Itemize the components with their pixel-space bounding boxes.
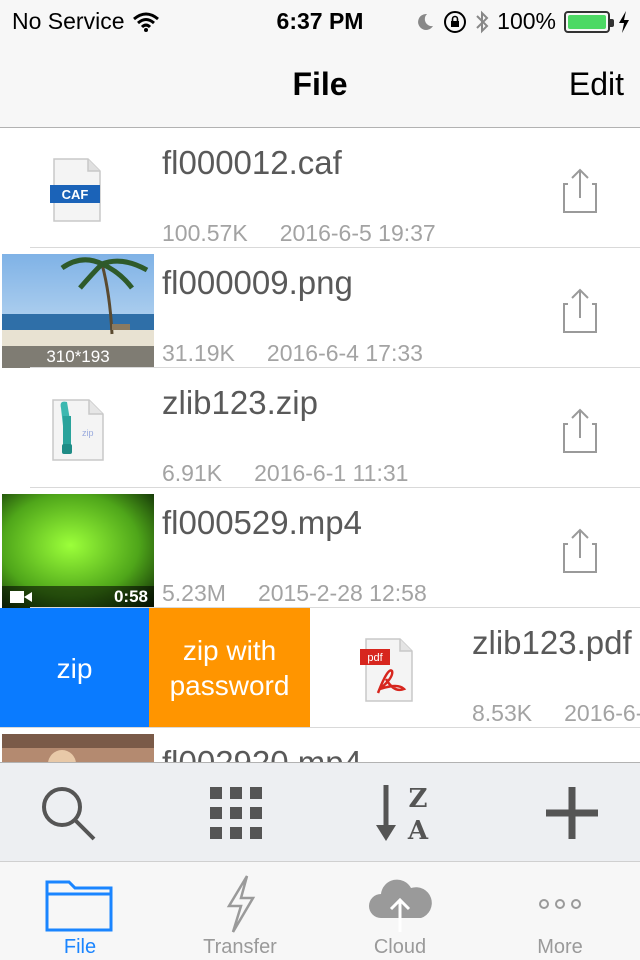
tab-cloud[interactable]: Cloud — [320, 868, 480, 958]
moon-icon — [418, 13, 434, 30]
add-icon[interactable] — [542, 783, 602, 843]
tab-label: Cloud — [373, 936, 427, 958]
tab-label: File — [63, 936, 97, 958]
video-info-bar: 0:58 — [2, 586, 154, 608]
file-meta: 5.23M 2015-2-28 12:58 — [162, 580, 427, 607]
sort-z-a-icon[interactable]: Z A — [372, 783, 436, 843]
zip-with-password-button[interactable]: zip with password — [149, 608, 310, 728]
tab-bar: File Transfer Cloud More — [0, 862, 640, 960]
more-icon — [539, 899, 581, 909]
zip-password-label-line2: password — [169, 670, 290, 701]
tab-file[interactable]: File — [0, 868, 160, 958]
bottom-toolbar: Z A — [0, 762, 640, 862]
video-thumbnail — [2, 734, 154, 762]
file-meta: 31.19K 2016-6-4 17:33 — [162, 340, 423, 367]
svg-text:CAF: CAF — [62, 187, 89, 202]
file-name: zlib123.zip — [162, 384, 318, 421]
video-duration: 0:58 — [113, 587, 148, 606]
file-size: 100.57K — [162, 220, 248, 246]
file-row[interactable]: fl002920.mp4 — [0, 728, 640, 762]
file-row-swiped[interactable]: zip zip with password pdf zlib123.pdf 8.… — [0, 608, 640, 728]
charging-icon — [619, 10, 629, 33]
page-title: File — [292, 66, 348, 102]
tab-transfer[interactable]: Transfer — [160, 868, 320, 958]
share-icon[interactable] — [560, 286, 600, 336]
image-dimensions-badge: 310*193 — [2, 346, 154, 368]
battery-percent: 100% — [497, 8, 556, 34]
file-size: 6.91K — [162, 460, 223, 486]
tab-label: More — [537, 936, 583, 958]
edit-button[interactable]: Edit — [569, 66, 624, 103]
image-thumbnail: 310*193 — [2, 254, 154, 368]
folder-icon — [45, 880, 113, 932]
zip-password-label-line1: zip with — [182, 635, 277, 666]
file-date: 2016-6-1 11:31 — [564, 700, 640, 726]
cloud-upload-icon — [369, 879, 432, 932]
file-size: 31.19K — [162, 340, 235, 366]
file-name: fl000009.png — [162, 264, 353, 301]
share-icon[interactable] — [560, 406, 600, 456]
file-meta: 6.91K 2016-6-1 11:31 — [162, 460, 408, 487]
zip-action-label: zip — [56, 652, 93, 684]
video-thumbnail: 0:58 — [2, 494, 154, 608]
pdf-file-icon: pdf — [340, 630, 434, 710]
file-name: fl000012.caf — [162, 144, 342, 181]
svg-text:pdf: pdf — [367, 652, 383, 664]
grid-icon[interactable] — [206, 783, 266, 843]
video-camera-icon — [10, 591, 32, 603]
battery-icon — [564, 10, 614, 33]
svg-text:zip: zip — [82, 428, 94, 438]
status-bar: No Service 6:37 PM 100% — [0, 0, 640, 40]
file-row[interactable]: CAF fl000012.caf 100.57K 2016-6-5 19:37 — [0, 128, 640, 248]
lightning-icon — [226, 875, 256, 933]
file-date: 2016-6-4 17:33 — [266, 340, 423, 366]
share-icon[interactable] — [560, 166, 600, 216]
share-icon[interactable] — [560, 526, 600, 576]
file-row[interactable]: 0:58 fl000529.mp4 5.23M 2015-2-28 12:58 — [0, 488, 640, 608]
tab-more[interactable]: More — [480, 868, 640, 958]
caf-file-icon: CAF — [30, 150, 124, 230]
file-size: 8.53K — [472, 700, 533, 726]
file-meta: 8.53K 2016-6-1 11:31 — [472, 700, 640, 727]
navigation-bar: File Edit — [0, 40, 640, 128]
file-date: 2016-6-1 11:31 — [254, 460, 409, 486]
svg-text:A: A — [407, 816, 429, 843]
zip-file-icon: zip — [30, 390, 124, 470]
svg-text:Z: Z — [409, 784, 428, 814]
file-size: 5.23M — [162, 580, 226, 606]
file-name: fl000529.mp4 — [162, 504, 362, 541]
zip-action-button[interactable]: zip — [0, 608, 149, 728]
file-date: 2016-6-5 19:37 — [279, 220, 436, 246]
rotation-lock-icon — [444, 10, 467, 33]
file-name: zlib123.pdf — [472, 624, 632, 661]
file-name: fl002920.mp4 — [162, 744, 362, 762]
file-date: 2015-2-28 12:58 — [257, 580, 427, 606]
file-meta: 100.57K 2016-6-5 19:37 — [162, 220, 436, 247]
bluetooth-icon — [476, 10, 489, 33]
search-icon[interactable] — [38, 783, 98, 843]
file-list[interactable]: CAF fl000012.caf 100.57K 2016-6-5 19:37 — [0, 128, 640, 762]
status-icons: 100% — [415, 8, 630, 35]
file-row[interactable]: zip zlib123.zip 6.91K 2016-6-1 11:31 — [0, 368, 640, 488]
file-row[interactable]: 310*193 fl000009.png 31.19K 2016-6-4 17:3… — [0, 248, 640, 368]
tab-label: Transfer — [203, 936, 277, 958]
